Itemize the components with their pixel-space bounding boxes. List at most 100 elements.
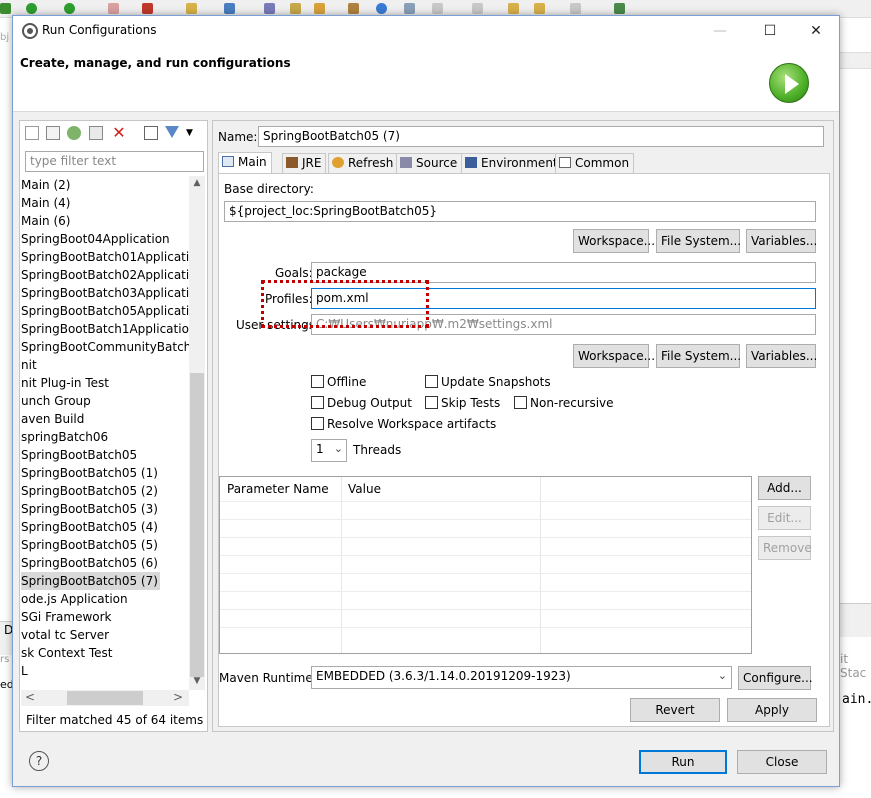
- tree-item[interactable]: SpringBootBatch05 (6): [21, 554, 158, 572]
- tree-item[interactable]: unch Group: [21, 392, 91, 410]
- offline-checkbox-box[interactable]: [311, 375, 324, 388]
- param-name-header[interactable]: Parameter Name: [220, 479, 329, 499]
- tree-item[interactable]: SpringBootCommunityBatchApplication: [21, 338, 189, 356]
- new-wizard-icon[interactable]: [186, 3, 197, 14]
- close-button[interactable]: Close: [737, 750, 827, 774]
- maximize-button[interactable]: ☐: [747, 16, 793, 46]
- scroll-right-icon[interactable]: >: [173, 690, 183, 704]
- revert-button[interactable]: Revert: [630, 698, 720, 722]
- base-workspace-button[interactable]: Workspace...: [573, 229, 655, 253]
- collapse-all-icon[interactable]: [144, 126, 158, 140]
- edit-param-button[interactable]: Edit...: [758, 506, 811, 530]
- tree-item[interactable]: SpringBootBatch05 (7): [21, 572, 160, 590]
- tree-item[interactable]: Main (4): [21, 194, 70, 212]
- tab-common[interactable]: Common: [555, 153, 635, 173]
- close-window-button[interactable]: ✕: [793, 16, 839, 46]
- tree-item[interactable]: aven Build: [21, 410, 84, 428]
- non-recursive-checkbox[interactable]: Non-recursive: [514, 396, 614, 410]
- debug-output-checkbox-box[interactable]: [311, 396, 324, 409]
- tree-item[interactable]: SpringBoot04Application: [21, 230, 170, 248]
- tree-item[interactable]: L: [21, 662, 28, 680]
- next-annotation-icon[interactable]: [432, 3, 443, 14]
- threads-select[interactable]: 1 ⌄: [311, 439, 347, 462]
- base-dir-field[interactable]: ${project_loc:SpringBootBatch05}: [224, 201, 816, 222]
- tree-item[interactable]: nit: [21, 356, 37, 374]
- maven-runtime-select[interactable]: EMBEDDED (3.6.3/1.14.0.20191209-1923) ⌄: [311, 666, 732, 689]
- tree-item[interactable]: SpringBootBatch03Application: [21, 284, 189, 302]
- skip-tests-checkbox[interactable]: Skip Tests: [425, 396, 500, 410]
- back-icon[interactable]: [534, 3, 545, 14]
- prev-annotation-icon[interactable]: [472, 3, 483, 14]
- tree-horizontal-scrollbar[interactable]: < >: [21, 690, 189, 706]
- export-config-icon[interactable]: [67, 126, 81, 140]
- last-edit-icon[interactable]: [508, 3, 519, 14]
- duplicate-config-icon[interactable]: [89, 126, 103, 140]
- tab-source[interactable]: Source: [396, 153, 463, 173]
- annotation-icon[interactable]: [404, 3, 415, 14]
- tree-item[interactable]: SpringBootBatch05 (5): [21, 536, 158, 554]
- debug-output-checkbox[interactable]: Debug Output: [311, 396, 412, 410]
- delete-config-icon[interactable]: ✕: [112, 125, 126, 141]
- name-field[interactable]: SpringBootBatch05 (7): [258, 126, 824, 147]
- run-button[interactable]: Run: [639, 750, 727, 774]
- apply-button[interactable]: Apply: [727, 698, 817, 722]
- tab-environment[interactable]: Environment: [461, 153, 563, 173]
- resolve-workspace-checkbox-box[interactable]: [311, 417, 324, 430]
- config-tree[interactable]: Main (2) Main (4) Main (6) SpringBoot04Appl…: [21, 176, 189, 690]
- settings-icon[interactable]: [224, 3, 235, 14]
- minimize-button[interactable]: —: [697, 16, 743, 46]
- skip-tests-checkbox-box[interactable]: [425, 396, 438, 409]
- scroll-left-icon[interactable]: <: [25, 690, 35, 704]
- parameters-table[interactable]: Parameter Name Value: [219, 476, 752, 654]
- tree-item[interactable]: springBatch06: [21, 428, 108, 446]
- scroll-thumb[interactable]: [190, 373, 204, 677]
- new-prototype-icon[interactable]: [46, 126, 60, 140]
- tree-item[interactable]: SpringBootBatch1Application: [21, 320, 189, 338]
- pen-icon[interactable]: [314, 3, 325, 14]
- tree-item[interactable]: SGi Framework: [21, 608, 112, 626]
- settings-variables-button[interactable]: Variables...: [746, 344, 817, 368]
- add-param-button[interactable]: Add...: [758, 476, 811, 500]
- open-perspective-icon[interactable]: [614, 3, 625, 14]
- update-snapshots-checkbox-box[interactable]: [425, 375, 438, 388]
- tree-item[interactable]: SpringBootBatch05 (2): [21, 482, 158, 500]
- scroll-up-icon[interactable]: ▲: [189, 178, 205, 188]
- tab-refresh[interactable]: Refresh: [328, 153, 399, 173]
- param-value-header[interactable]: Value: [341, 479, 381, 499]
- configure-button[interactable]: Configure...: [738, 666, 813, 690]
- ide-stack-tab-fragment[interactable]: it Stac: [840, 652, 871, 680]
- tree-item[interactable]: nit Plug-in Test: [21, 374, 109, 392]
- tree-item[interactable]: ode.js Application: [21, 590, 128, 608]
- new-config-icon[interactable]: [25, 126, 39, 140]
- base-filesystem-button[interactable]: File System...: [656, 229, 741, 253]
- search-icon[interactable]: [348, 3, 359, 14]
- run-menu-icon[interactable]: [64, 3, 75, 14]
- stop-icon[interactable]: [108, 3, 119, 14]
- tree-item[interactable]: SpringBootBatch05 (1): [21, 464, 158, 482]
- run-icon[interactable]: [26, 3, 37, 14]
- tree-item[interactable]: SpringBootBatch05 (4): [21, 518, 158, 536]
- filter-icon[interactable]: [165, 126, 179, 138]
- settings-workspace-button[interactable]: Workspace...: [573, 344, 655, 368]
- help-icon[interactable]: ?: [29, 751, 49, 771]
- tab-jre[interactable]: JRE: [282, 153, 327, 173]
- remove-param-button[interactable]: Remove: [758, 536, 812, 560]
- tree-vertical-scrollbar[interactable]: ▲ ▼: [189, 176, 205, 690]
- tree-item[interactable]: SpringBootBatch02Application: [21, 266, 189, 284]
- globe-icon[interactable]: [376, 3, 387, 14]
- offline-checkbox[interactable]: Offline: [311, 375, 366, 389]
- tree-item[interactable]: SpringBootBatch01Application: [21, 248, 189, 266]
- scroll-down-icon[interactable]: ▼: [189, 676, 205, 686]
- tree-item[interactable]: SpringBootBatch05Application: [21, 302, 189, 320]
- forward-icon[interactable]: [570, 3, 581, 14]
- package-icon[interactable]: [264, 3, 275, 14]
- non-recursive-checkbox-box[interactable]: [514, 396, 527, 409]
- tree-item[interactable]: SpringBootBatch05 (3): [21, 500, 158, 518]
- tree-item[interactable]: SpringBootBatch05: [21, 446, 137, 464]
- base-variables-button[interactable]: Variables...: [746, 229, 817, 253]
- debug-icon[interactable]: [0, 3, 11, 14]
- external-tools-icon[interactable]: [142, 3, 153, 14]
- open-folder-icon[interactable]: [290, 3, 301, 14]
- resolve-workspace-checkbox[interactable]: Resolve Workspace artifacts: [311, 417, 496, 431]
- tree-item[interactable]: votal tc Server: [21, 626, 109, 644]
